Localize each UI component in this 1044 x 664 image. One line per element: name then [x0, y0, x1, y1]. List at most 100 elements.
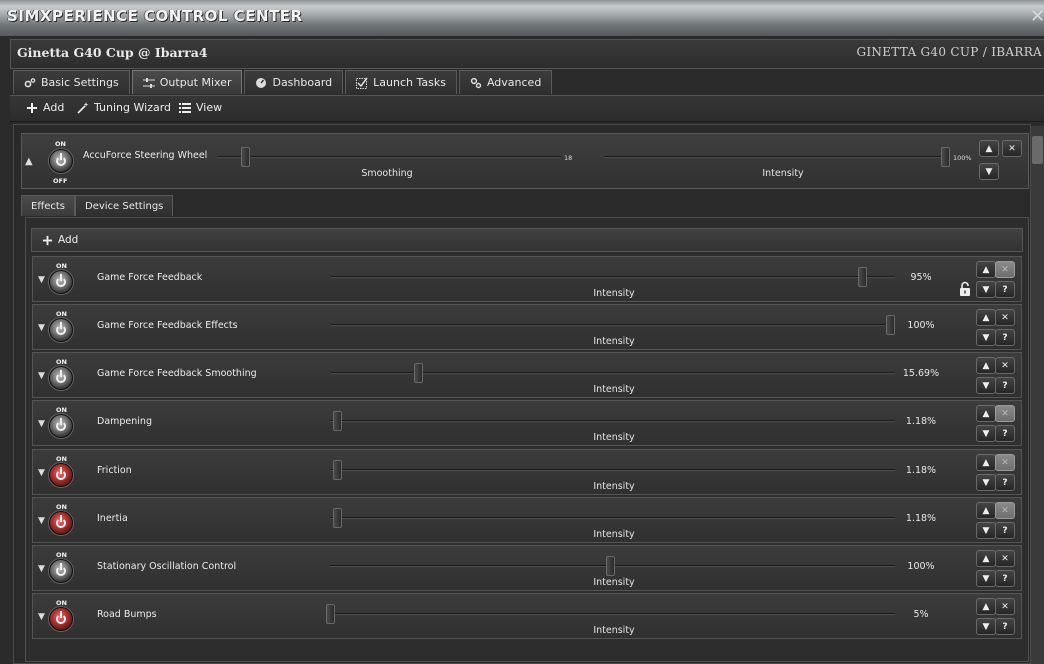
effect-row: ▼ ON Game Force Feedback Smoothing 15.69… — [32, 352, 1022, 398]
expand-chevron-icon[interactable]: ▼ — [38, 468, 45, 478]
close-window-icon[interactable]: ✕ — [1030, 6, 1044, 28]
help-button[interactable]: ? — [995, 474, 1015, 491]
help-button[interactable]: ? — [995, 425, 1015, 442]
remove-effect-button[interactable]: ✕ — [995, 405, 1015, 422]
tab-advanced[interactable]: Advanced — [458, 70, 553, 94]
intensity-slider-thumb[interactable] — [858, 267, 867, 287]
move-up-button[interactable]: ▲ — [976, 454, 996, 471]
remove-effect-button[interactable]: ✕ — [995, 598, 1015, 615]
tab-dashboard[interactable]: Dashboard — [244, 70, 344, 94]
effect-power-knob-icon[interactable] — [49, 559, 73, 583]
lock-icon[interactable] — [958, 281, 972, 297]
scroll-thumb[interactable] — [1032, 136, 1043, 164]
intensity-slider-thumb[interactable] — [941, 147, 950, 167]
expand-chevron-icon[interactable]: ▼ — [38, 516, 45, 526]
remove-effect-button[interactable]: ✕ — [995, 550, 1015, 567]
expand-chevron-icon[interactable]: ▼ — [38, 612, 45, 622]
intensity-slider-thumb[interactable] — [414, 363, 423, 383]
intensity-slider-thumb[interactable] — [333, 411, 342, 431]
move-down-button[interactable]: ▼ — [976, 377, 996, 394]
move-up-button[interactable]: ▲ — [976, 550, 996, 567]
expand-chevron-icon[interactable]: ▼ — [38, 564, 45, 574]
help-button[interactable]: ? — [995, 377, 1015, 394]
help-button[interactable]: ? — [995, 281, 1015, 298]
expand-chevron-icon[interactable]: ▼ — [38, 371, 45, 381]
remove-effect-button[interactable]: ✕ — [995, 309, 1015, 326]
move-down-button[interactable]: ▼ — [979, 163, 999, 180]
tab-basic-settings[interactable]: Basic Settings — [13, 70, 130, 94]
tab-effects[interactable]: Effects — [21, 195, 75, 216]
effect-power-knob-icon[interactable] — [49, 318, 73, 342]
add-device-button[interactable]: Add — [26, 101, 64, 114]
move-down-button[interactable]: ▼ — [976, 281, 996, 298]
help-button[interactable]: ? — [995, 522, 1015, 539]
effect-power-knob-icon[interactable] — [49, 366, 73, 390]
intensity-slider-track[interactable] — [604, 156, 949, 158]
remove-device-button[interactable]: ✕ — [1002, 140, 1022, 157]
tab-output-mixer[interactable]: Output Mixer — [131, 70, 243, 94]
intensity-slider-thumb[interactable] — [333, 460, 342, 480]
intensity-slider-thumb[interactable] — [886, 315, 895, 335]
effect-name: Dampening — [97, 416, 152, 427]
move-down-button[interactable]: ▼ — [976, 618, 996, 635]
gears-icon — [470, 77, 482, 88]
title-bar: SIMXPERIENCE CONTROL CENTER ✕ — [0, 0, 1044, 36]
smoothing-slider-track[interactable] — [217, 156, 561, 158]
move-up-button[interactable]: ▲ — [976, 405, 996, 422]
intensity-slider-track[interactable] — [330, 613, 895, 615]
intensity-slider-thumb[interactable] — [333, 508, 342, 528]
smoothing-slider-thumb[interactable] — [241, 147, 250, 167]
intensity-slider-track[interactable] — [330, 420, 895, 422]
move-down-button[interactable]: ▼ — [976, 522, 996, 539]
on-label: ON — [56, 455, 67, 463]
move-down-button[interactable]: ▼ — [976, 474, 996, 491]
move-down-button[interactable]: ▼ — [976, 570, 996, 587]
remove-effect-button[interactable]: ✕ — [995, 357, 1015, 374]
expand-chevron-icon[interactable]: ▼ — [38, 419, 45, 429]
effect-power-knob-icon[interactable] — [49, 511, 73, 535]
device-power-knob-icon[interactable] — [49, 149, 73, 173]
remove-effect-button[interactable]: ✕ — [995, 261, 1015, 278]
tuning-wizard-button[interactable]: Tuning Wizard — [77, 101, 171, 114]
intensity-slider-track[interactable] — [330, 517, 895, 519]
toolbar: Add Tuning Wizard View — [10, 95, 1044, 122]
effect-power-knob-icon[interactable] — [49, 414, 73, 438]
effect-row: ▼ ON Game Force Feedback Effects 100% In… — [32, 304, 1022, 350]
profile-header: Ginetta G40 Cup @ Ibarra4 GINETTA G40 CU… — [10, 39, 1044, 69]
intensity-slider-track[interactable] — [330, 324, 895, 326]
remove-effect-button[interactable]: ✕ — [995, 502, 1015, 519]
intensity-slider-thumb[interactable] — [606, 556, 615, 576]
device-panel-tabs: Effects Device Settings — [21, 195, 174, 216]
move-down-button[interactable]: ▼ — [976, 329, 996, 346]
intensity-slider-track[interactable] — [330, 276, 895, 278]
move-up-button[interactable]: ▲ — [976, 309, 996, 326]
view-button[interactable]: View — [179, 101, 222, 114]
collapse-chevron-icon[interactable]: ▲ — [25, 156, 33, 167]
sliders-icon — [142, 77, 155, 88]
tab-device-settings[interactable]: Device Settings — [75, 195, 174, 216]
remove-effect-button[interactable]: ✕ — [995, 454, 1015, 471]
expand-chevron-icon[interactable]: ▼ — [38, 323, 45, 333]
move-up-button[interactable]: ▲ — [976, 598, 996, 615]
move-up-button[interactable]: ▲ — [976, 261, 996, 278]
effect-power-knob-icon[interactable] — [49, 607, 73, 631]
move-down-button[interactable]: ▼ — [976, 425, 996, 442]
move-up-button[interactable]: ▲ — [976, 502, 996, 519]
add-effect-button[interactable]: Add — [42, 234, 78, 246]
on-label: ON — [56, 551, 67, 559]
effect-row: ▼ ON Friction 1.18% Intensity ▲ ✕ ▼ ? — [32, 449, 1022, 495]
vertical-scrollbar[interactable] — [1031, 126, 1044, 664]
effect-power-knob-icon[interactable] — [49, 270, 73, 294]
help-button[interactable]: ? — [995, 570, 1015, 587]
help-button[interactable]: ? — [995, 329, 1015, 346]
effect-name: Game Force Feedback Smoothing — [97, 368, 257, 379]
help-button[interactable]: ? — [995, 618, 1015, 635]
move-up-button[interactable]: ▲ — [979, 140, 999, 157]
intensity-slider-track[interactable] — [330, 469, 895, 471]
tab-launch-tasks[interactable]: Launch Tasks — [345, 70, 457, 94]
move-up-button[interactable]: ▲ — [976, 357, 996, 374]
add-label: Add — [43, 101, 65, 114]
expand-chevron-icon[interactable]: ▼ — [38, 275, 45, 285]
effect-power-knob-icon[interactable] — [49, 463, 73, 487]
intensity-slider-thumb[interactable] — [326, 604, 335, 624]
